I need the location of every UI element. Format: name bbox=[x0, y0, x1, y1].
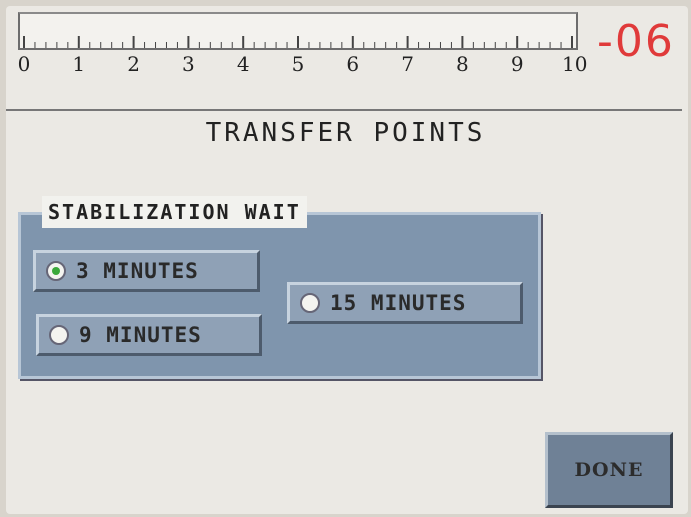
done-button[interactable]: DONE bbox=[545, 432, 673, 508]
ruler-label: 0 bbox=[17, 52, 31, 76]
option-label: 9 MINUTES bbox=[79, 323, 202, 347]
divider bbox=[6, 109, 682, 111]
ruler-labels: 0 1 2 3 4 5 6 7 8 9 10 bbox=[0, 52, 600, 78]
option-9-minutes[interactable]: 9 MINUTES bbox=[36, 314, 262, 356]
ruler-label: 9 bbox=[510, 52, 524, 76]
ruler-label: 6 bbox=[346, 52, 360, 76]
radio-selected-icon bbox=[46, 261, 66, 281]
ruler-label: 8 bbox=[456, 52, 469, 76]
page-title: TRANSFER POINTS bbox=[205, 118, 486, 148]
radio-empty-icon bbox=[49, 325, 69, 345]
ruler-label: 7 bbox=[401, 52, 414, 76]
option-label: 3 MINUTES bbox=[76, 259, 199, 283]
ruler-ticks bbox=[23, 36, 573, 48]
ruler-label: 2 bbox=[127, 52, 140, 76]
scale-ruler bbox=[18, 12, 578, 50]
ruler-label: 3 bbox=[182, 52, 195, 76]
ruler-label: 1 bbox=[72, 52, 86, 76]
ruler-label: 10 bbox=[562, 52, 588, 76]
ruler-label: 5 bbox=[291, 52, 305, 76]
option-label: 15 MINUTES bbox=[330, 291, 467, 315]
option-3-minutes[interactable]: 3 MINUTES bbox=[33, 250, 260, 292]
ruler-label: 4 bbox=[236, 52, 250, 76]
option-15-minutes[interactable]: 15 MINUTES bbox=[287, 282, 523, 324]
group-label: STABILIZATION WAIT bbox=[42, 196, 307, 228]
value-readout: -06 bbox=[597, 16, 675, 67]
radio-empty-icon bbox=[300, 293, 320, 313]
